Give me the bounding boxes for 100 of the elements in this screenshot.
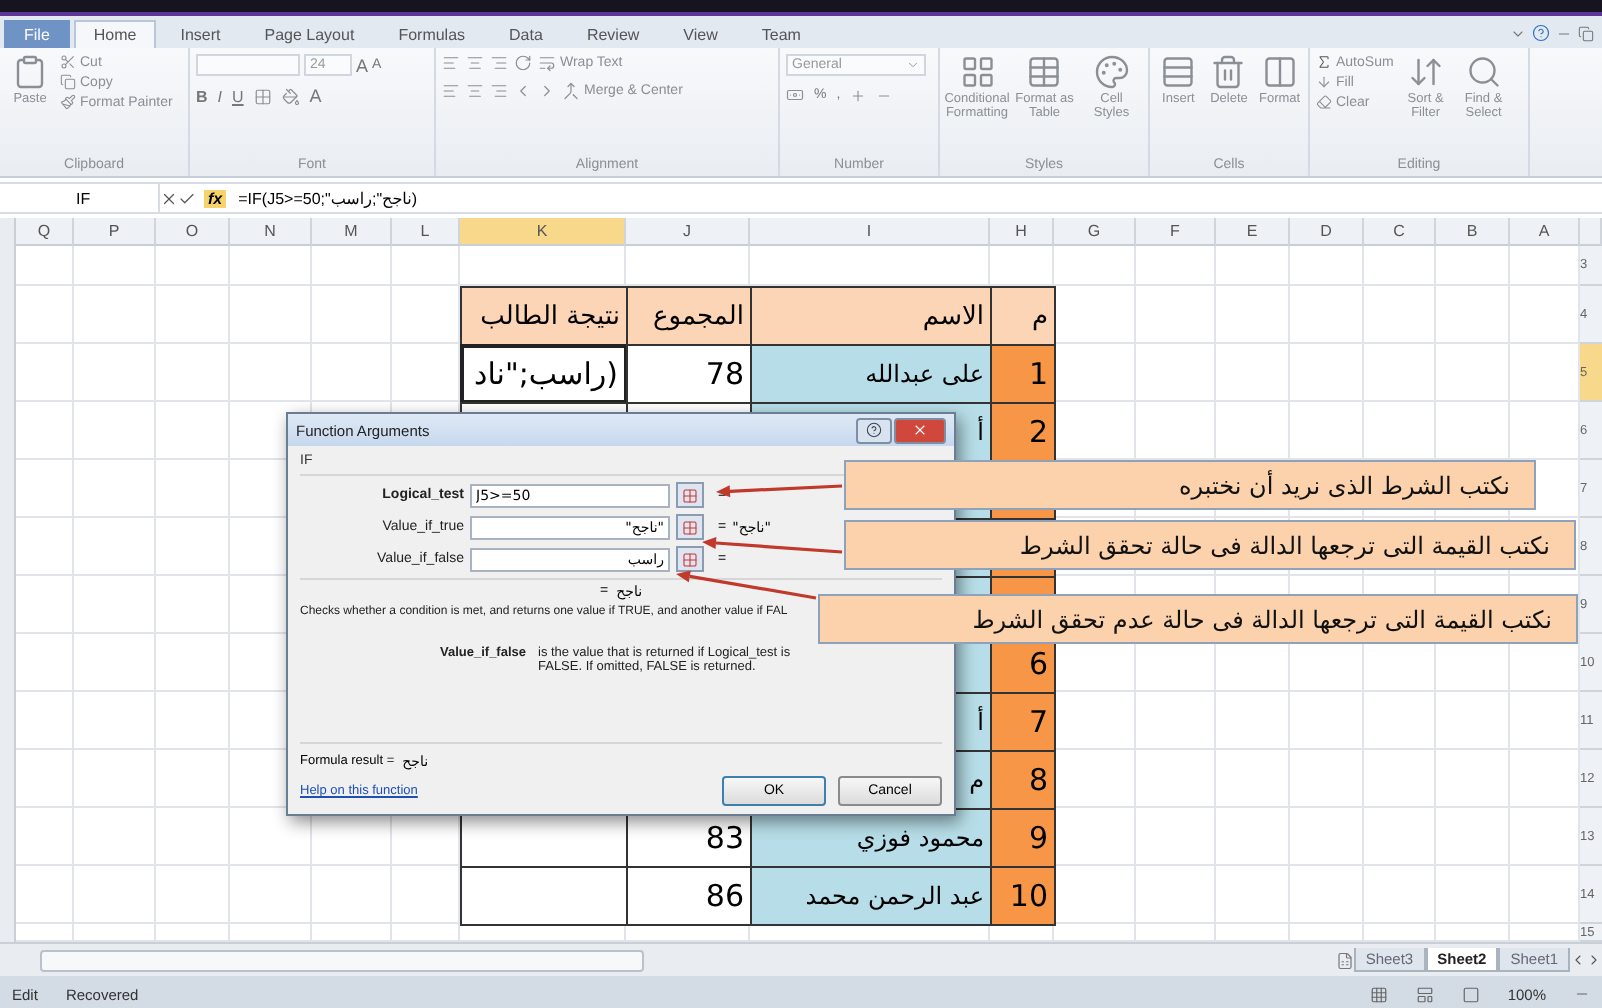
sheet-cell[interactable]: [74, 808, 156, 866]
sheet-cell[interactable]: [1136, 286, 1216, 344]
close-button[interactable]: [894, 417, 946, 443]
sheet-cell[interactable]: [1364, 808, 1436, 866]
sheet-cell[interactable]: [74, 246, 156, 286]
sheet-cell[interactable]: [74, 344, 156, 402]
sheet-cell[interactable]: [74, 866, 156, 924]
sheet-cell[interactable]: [1290, 286, 1364, 344]
column-header[interactable]: D: [1290, 218, 1364, 246]
sheet-cell[interactable]: [74, 692, 156, 750]
insert-function-button[interactable]: fx: [204, 189, 227, 207]
sheet-cell[interactable]: [74, 634, 156, 692]
sheet-cell[interactable]: [1364, 344, 1436, 402]
ribbon-tab[interactable]: Home: [73, 20, 157, 48]
ribbon-tab[interactable]: View: [663, 20, 738, 48]
sheet-cell[interactable]: [1436, 750, 1510, 808]
help-button[interactable]: [856, 417, 892, 443]
sheet-cell[interactable]: [1216, 808, 1290, 866]
column-header[interactable]: B: [1436, 218, 1510, 246]
sheet-cell[interactable]: [1290, 808, 1364, 866]
sheet-cell[interactable]: [392, 246, 460, 286]
column-header[interactable]: A: [1510, 218, 1580, 246]
sheet-cell[interactable]: [156, 866, 230, 924]
sheet-cell[interactable]: [156, 750, 230, 808]
sheet-cell[interactable]: [1364, 866, 1436, 924]
column-header[interactable]: K: [460, 218, 626, 246]
sheet-cell[interactable]: [1364, 750, 1436, 808]
sheet-cell[interactable]: [156, 402, 230, 460]
column-header[interactable]: C: [1364, 218, 1436, 246]
ribbon-tab[interactable]: Data: [489, 20, 563, 48]
sheet-cell[interactable]: [156, 460, 230, 518]
sheet-cell[interactable]: [16, 286, 74, 344]
sheet-cell[interactable]: [1054, 808, 1136, 866]
sheet-cell[interactable]: [1436, 866, 1510, 924]
underline-button[interactable]: U: [232, 87, 244, 105]
sheet-cell[interactable]: [16, 808, 74, 866]
sheet-cell[interactable]: [1136, 808, 1216, 866]
sheet-cell[interactable]: [1290, 344, 1364, 402]
ribbon-tab[interactable]: Insert: [160, 20, 241, 48]
sheet-cell[interactable]: [1054, 246, 1136, 286]
sheet-cell[interactable]: [230, 246, 312, 286]
ribbon-tab[interactable]: Formulas: [378, 20, 486, 48]
sheet-cell[interactable]: [1136, 692, 1216, 750]
sheet-cell[interactable]: [1436, 246, 1510, 286]
column-header[interactable]: N: [230, 218, 312, 246]
sheet-cell[interactable]: [74, 402, 156, 460]
sheet-cell[interactable]: [156, 808, 230, 866]
sheet-cell[interactable]: [1054, 692, 1136, 750]
sheet-cell[interactable]: [156, 246, 230, 286]
column-header[interactable]: O: [156, 218, 230, 246]
ribbon-tab[interactable]: Page Layout: [244, 20, 375, 48]
sheet-cell[interactable]: [1364, 692, 1436, 750]
sheet-cell[interactable]: [16, 402, 74, 460]
column-header[interactable]: G: [1054, 218, 1136, 246]
sheet-cell[interactable]: [16, 634, 74, 692]
sheet-cell[interactable]: [1436, 344, 1510, 402]
italic-button[interactable]: I: [217, 87, 223, 105]
grow-font-button[interactable]: A: [356, 55, 369, 75]
sheet-cell[interactable]: [312, 286, 392, 344]
sheet-cell[interactable]: [16, 460, 74, 518]
sheet-cell[interactable]: [16, 750, 74, 808]
sheet-cell[interactable]: [1216, 246, 1290, 286]
sheet-cell[interactable]: [156, 692, 230, 750]
sheet-cell[interactable]: [1054, 750, 1136, 808]
file-tab[interactable]: File: [4, 20, 70, 48]
sheet-cell[interactable]: [230, 286, 312, 344]
sheet-cell[interactable]: [16, 866, 74, 924]
column-header[interactable]: H: [990, 218, 1054, 246]
column-header[interactable]: E: [1216, 218, 1290, 246]
sheet-cell[interactable]: [16, 246, 74, 286]
select-all-corner[interactable]: [1580, 218, 1602, 246]
column-header[interactable]: F: [1136, 218, 1216, 246]
sheet-cell[interactable]: [1364, 286, 1436, 344]
collapse-dialog-button[interactable]: [676, 514, 704, 540]
sheet-cell[interactable]: [230, 866, 312, 924]
column-header[interactable]: I: [750, 218, 990, 246]
sheet-cell[interactable]: [1290, 866, 1364, 924]
sheet-cell[interactable]: [16, 576, 74, 634]
sheet-cell[interactable]: [1290, 246, 1364, 286]
sheet-cell[interactable]: [156, 518, 230, 576]
sheet-cell[interactable]: [74, 576, 156, 634]
sheet-cell[interactable]: [1436, 808, 1510, 866]
sheet-cell[interactable]: [1054, 866, 1136, 924]
sheet-cell[interactable]: [1216, 750, 1290, 808]
sheet-cell[interactable]: [1216, 866, 1290, 924]
sheet-cell[interactable]: [1290, 750, 1364, 808]
sheet-cell[interactable]: [1436, 286, 1510, 344]
sheet-cell[interactable]: [1054, 286, 1136, 344]
sheet-cell[interactable]: [230, 344, 312, 402]
name-box[interactable]: IF: [0, 184, 160, 212]
sheet-cell[interactable]: [1136, 344, 1216, 402]
ribbon-tab[interactable]: Review: [566, 20, 660, 48]
sheet-cell[interactable]: [1136, 246, 1216, 286]
sheet-cell[interactable]: [74, 518, 156, 576]
bold-button[interactable]: B: [196, 87, 208, 105]
font-color-button[interactable]: A: [309, 86, 322, 106]
sheet-cell[interactable]: [1216, 692, 1290, 750]
ribbon-tab[interactable]: Team: [741, 20, 821, 48]
sheet-cell[interactable]: [16, 344, 74, 402]
sheet-cell[interactable]: [156, 344, 230, 402]
